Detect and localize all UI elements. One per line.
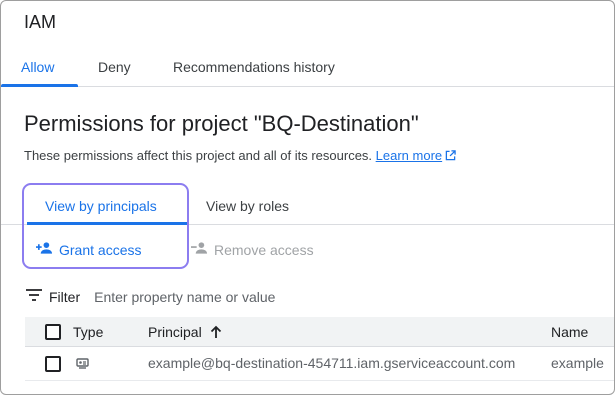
page-header-title: IAM: [24, 12, 57, 32]
tab-view-by-roles[interactable]: View by roles: [206, 198, 289, 214]
active-view-tab-indicator: [27, 222, 187, 225]
tab-allow[interactable]: Allow: [21, 59, 54, 75]
filter-label: Filter: [49, 289, 81, 305]
action-bar: Grant access Remove access: [1, 237, 614, 263]
remove-access-button[interactable]: Remove access: [191, 241, 314, 258]
select-all-checkbox[interactable]: [45, 324, 61, 340]
table-row: example@bq-destination-454711.iam.gservi…: [25, 347, 614, 381]
filter-input[interactable]: [94, 289, 395, 305]
tab-deny[interactable]: Deny: [98, 59, 131, 75]
iam-window: IAM Allow Deny Recommendations history P…: [0, 0, 615, 395]
active-tab-indicator: [1, 84, 78, 87]
grant-access-label: Grant access: [59, 241, 142, 258]
row-checkbox[interactable]: [45, 356, 61, 372]
policy-tabs: Allow Deny Recommendations history: [1, 45, 614, 87]
external-link-icon: [445, 149, 456, 161]
add-person-icon: [36, 241, 59, 258]
tab-view-by-principals[interactable]: View by principals: [45, 198, 157, 214]
view-tabs: View by principals View by roles: [1, 185, 614, 225]
column-header-principal-label: Principal: [148, 324, 202, 340]
column-header-principal[interactable]: Principal: [148, 324, 222, 342]
principal-email[interactable]: example@bq-destination-454711.iam.gservi…: [148, 355, 515, 371]
description-text: These permissions affect this project an…: [24, 148, 373, 163]
column-header-name[interactable]: Name: [551, 324, 588, 340]
table-header: Type Principal Name: [25, 317, 614, 347]
remove-access-label: Remove access: [214, 241, 314, 258]
filter-icon[interactable]: [25, 288, 43, 307]
learn-more-link[interactable]: Learn more: [376, 148, 442, 163]
service-account-icon: [75, 356, 91, 373]
grant-access-button[interactable]: Grant access: [36, 241, 141, 258]
sort-ascending-icon[interactable]: [210, 325, 222, 342]
page-title: Permissions for project "BQ-Destination": [24, 111, 419, 136]
page-description: These permissions affect this project an…: [24, 148, 456, 163]
learn-more-label: Learn more: [375, 148, 443, 163]
principal-name: example: [551, 355, 604, 371]
tab-recommendations-history[interactable]: Recommendations history: [173, 59, 335, 75]
remove-person-icon: [191, 241, 214, 258]
filter-bar: Filter: [25, 283, 395, 311]
column-header-type[interactable]: Type: [73, 324, 103, 340]
top-bar: IAM: [1, 1, 614, 45]
